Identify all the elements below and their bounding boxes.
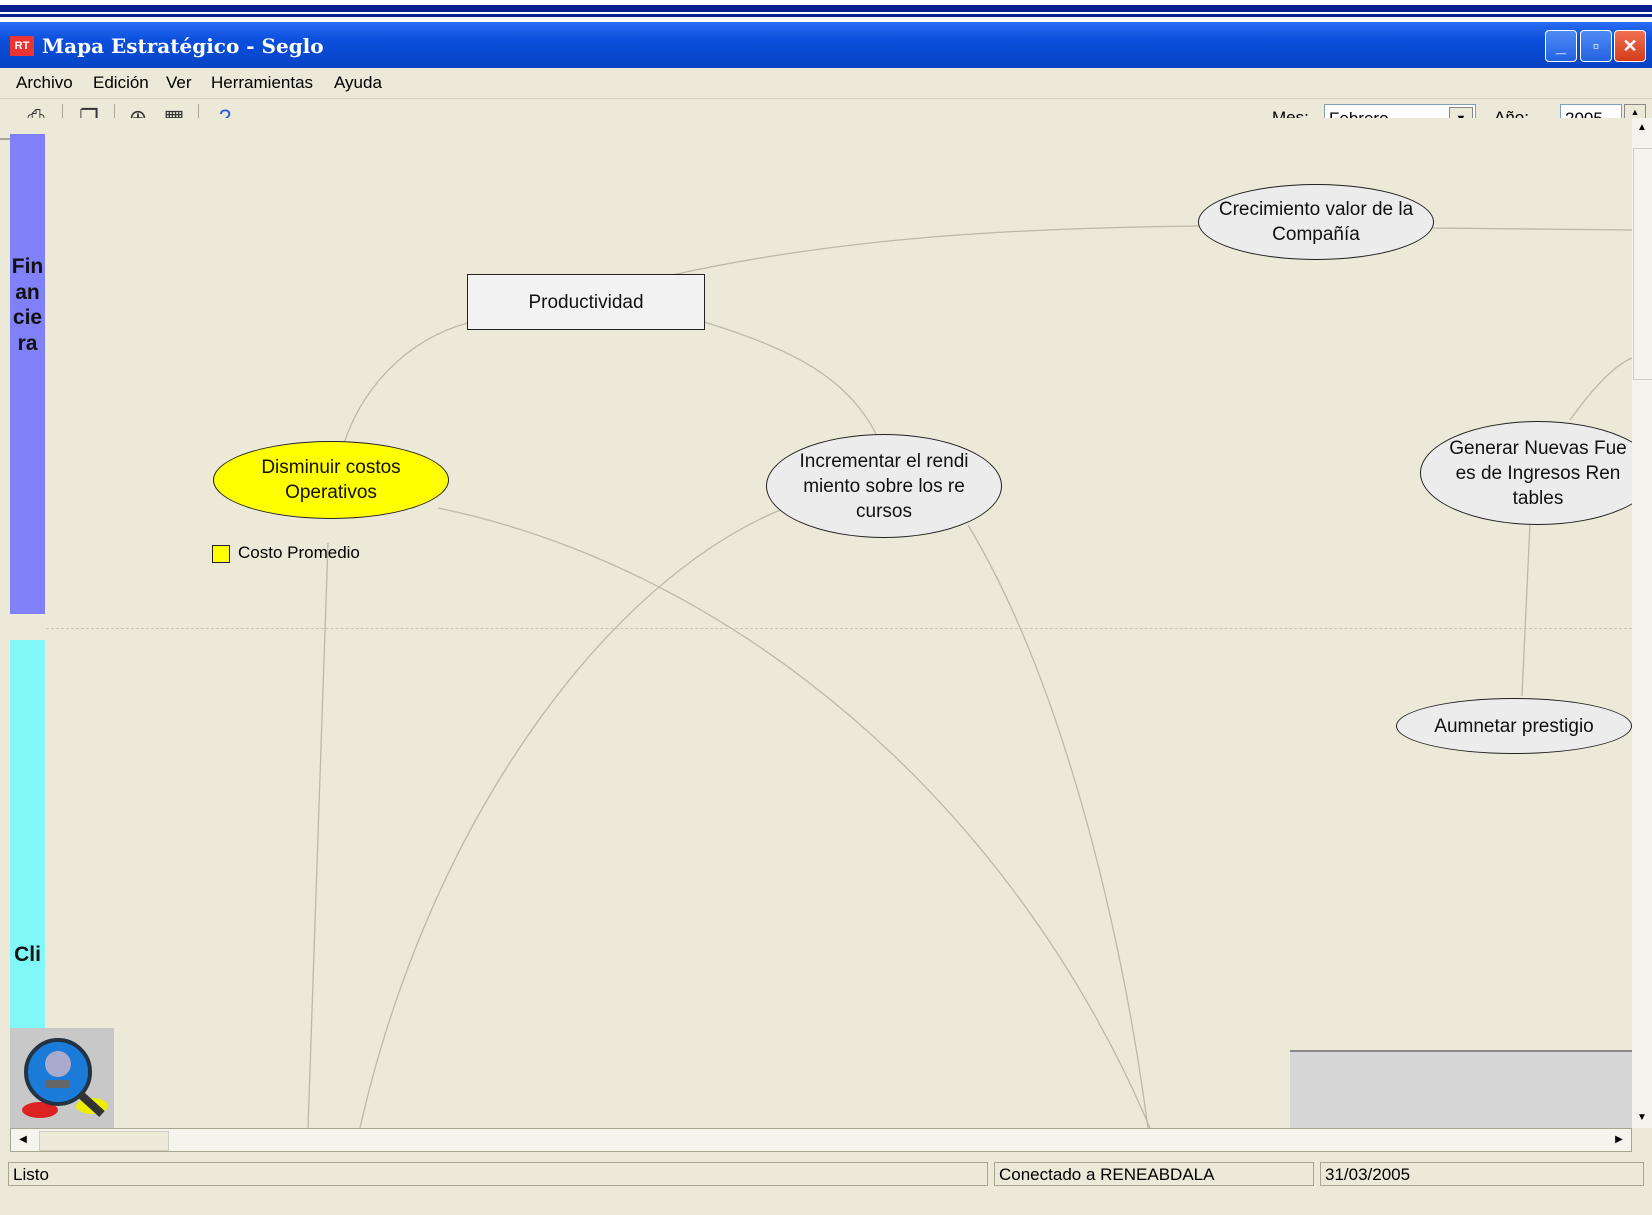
connector-line xyxy=(359,507,786,1128)
connector-line xyxy=(703,321,879,439)
connector-line xyxy=(1429,227,1632,231)
window-title: Mapa Estratégico - Seglo xyxy=(42,34,324,58)
scroll-up-icon[interactable]: ▲ xyxy=(1632,118,1652,138)
top-blue-stripe-thin xyxy=(0,14,1652,17)
status-date: 31/03/2005 xyxy=(1320,1162,1644,1186)
vertical-scroll-thumb[interactable] xyxy=(1633,148,1652,380)
connector-line xyxy=(307,542,329,1128)
scroll-right-icon[interactable]: ▶ xyxy=(1609,1130,1629,1150)
menu-bar: Archivo Edición Ver Herramientas Ayuda xyxy=(0,68,1652,99)
title-bar: RT Mapa Estratégico - Seglo _ ▫ ✕ xyxy=(0,22,1652,68)
close-button[interactable]: ✕ xyxy=(1614,30,1646,62)
node-label: Disminuir costos Operativos xyxy=(261,457,401,503)
overview-panel xyxy=(1290,1050,1632,1130)
node-generar-ingresos[interactable]: Generar Nuevas Fue es de Ingresos Ren ta… xyxy=(1420,421,1632,525)
scroll-left-icon[interactable]: ◀ xyxy=(13,1130,33,1150)
node-aumentar-prestigio[interactable]: Aumnetar prestigio xyxy=(1396,698,1632,754)
connector-line xyxy=(967,524,1149,1128)
node-label: Productividad xyxy=(528,291,644,313)
connector-lines xyxy=(307,225,1632,1128)
menu-edicion[interactable]: Edición xyxy=(93,73,149,93)
status-bar: Listo Conectado a RENEABDALA 31/03/2005 xyxy=(0,1156,1652,1193)
strategy-map-canvas[interactable]: Financiera Cli Crecimiento valor de la C… xyxy=(10,118,1632,1128)
menu-ver[interactable]: Ver xyxy=(166,73,192,93)
horizontal-scroll-thumb[interactable] xyxy=(39,1131,169,1151)
node-label: Generar Nuevas Fue es de Ingresos Ren ta… xyxy=(1449,437,1627,509)
menu-archivo[interactable]: Archivo xyxy=(16,73,73,93)
scroll-down-icon[interactable]: ▼ xyxy=(1632,1108,1652,1128)
connector-line xyxy=(437,507,1151,1128)
app-logo xyxy=(10,1028,114,1132)
node-productividad[interactable]: Productividad xyxy=(467,274,705,330)
connector-line xyxy=(617,225,1201,289)
node-label: Incrementar el rendi miento sobre los re… xyxy=(799,450,969,522)
vertical-scrollbar[interactable]: ▲ ▼ xyxy=(1632,118,1652,1128)
node-label: Aumnetar prestigio xyxy=(1434,715,1594,737)
node-incrementar-rendimiento[interactable]: Incrementar el rendi miento sobre los re… xyxy=(766,434,1002,538)
indicator-label: Costo Promedio xyxy=(238,543,360,562)
magnifier-logo-icon xyxy=(22,1038,108,1118)
node-crecimiento-valor[interactable]: Crecimiento valor de la Compañía xyxy=(1198,184,1434,260)
indicator-status-square xyxy=(212,545,230,563)
app-icon: RT xyxy=(10,36,34,56)
connector-line xyxy=(1521,522,1531,697)
minimize-button[interactable]: _ xyxy=(1545,30,1577,62)
top-blue-stripe xyxy=(0,5,1652,12)
node-disminuir-costos[interactable]: Disminuir costos Operativos xyxy=(213,441,449,519)
maximize-button[interactable]: ▫ xyxy=(1580,30,1612,62)
connector-line xyxy=(1569,357,1632,421)
node-label: Crecimiento valor de la Compañía xyxy=(1218,199,1414,245)
menu-herramientas[interactable]: Herramientas xyxy=(211,73,313,93)
status-text: Listo xyxy=(8,1162,988,1186)
status-connection: Conectado a RENEABDALA xyxy=(994,1162,1314,1186)
menu-ayuda[interactable]: Ayuda xyxy=(334,73,382,93)
horizontal-scrollbar[interactable]: ◀ ▶ xyxy=(10,1128,1632,1152)
